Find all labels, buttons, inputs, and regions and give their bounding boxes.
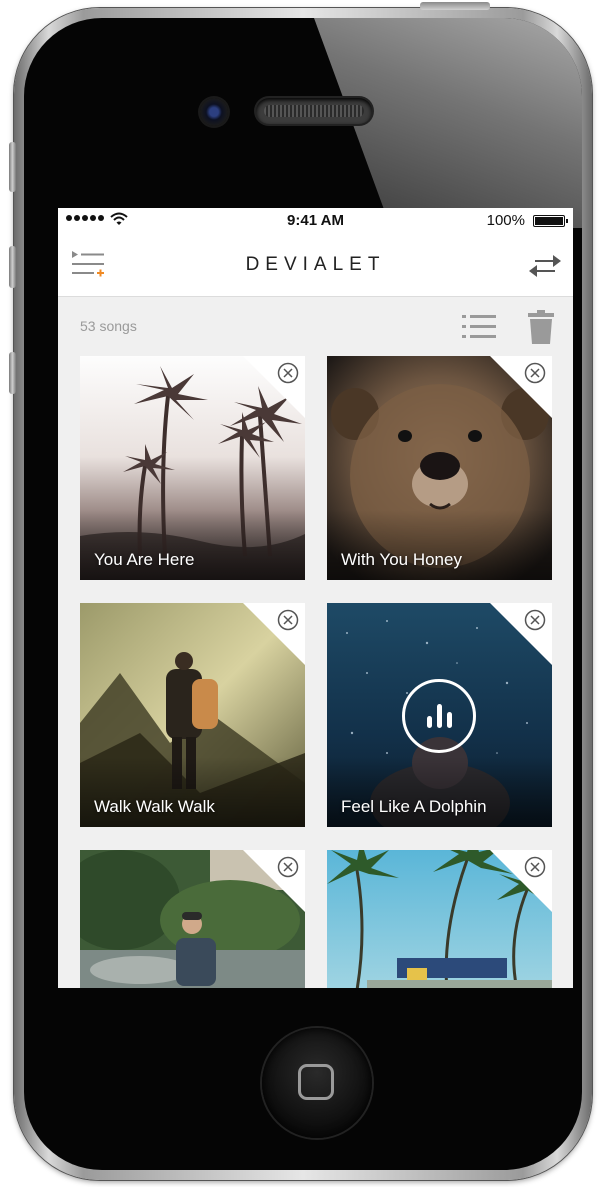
song-tile[interactable]: You Are Here: [80, 356, 305, 580]
volume-up-button: [9, 246, 16, 288]
songs-count: 53 songs: [80, 318, 137, 334]
close-icon[interactable]: [524, 362, 546, 384]
power-button: [420, 2, 490, 10]
playlist-toolbar: 53 songs: [58, 296, 573, 356]
close-icon[interactable]: [524, 856, 546, 878]
home-button[interactable]: [262, 1028, 372, 1138]
earpiece-speaker: [256, 98, 372, 124]
close-icon[interactable]: [277, 362, 299, 384]
song-title: Walk Walk Walk: [94, 797, 215, 816]
shuffle-icon[interactable]: [527, 252, 563, 280]
battery-percent: 100%: [486, 212, 525, 229]
nav-bar: DEVIALET: [58, 234, 573, 297]
status-bar: 9:41 AM 100%: [58, 208, 573, 234]
mute-switch: [9, 142, 16, 192]
equalizer-icon[interactable]: [402, 679, 476, 753]
song-title: You Are Here: [94, 550, 195, 569]
close-icon[interactable]: [277, 856, 299, 878]
song-tile[interactable]: Walk Walk Walk: [80, 603, 305, 827]
list-icon[interactable]: [462, 314, 498, 340]
close-icon[interactable]: [277, 609, 299, 631]
song-tile[interactable]: [80, 850, 305, 988]
app-screen: 9:41 AM 100% DEVIALET 53 songs You Are H…: [58, 208, 573, 988]
song-title: Feel Like A Dolphin: [341, 797, 487, 816]
song-tile[interactable]: With You Honey: [327, 356, 552, 580]
trash-icon[interactable]: [528, 310, 554, 344]
battery-icon: [533, 215, 568, 227]
home-button-square-icon: [298, 1064, 334, 1100]
volume-down-button: [9, 352, 16, 394]
song-title: With You Honey: [341, 550, 462, 569]
song-tile-playing[interactable]: Feel Like A Dolphin: [327, 603, 552, 827]
song-tile[interactable]: [327, 850, 552, 988]
close-icon[interactable]: [524, 609, 546, 631]
front-camera: [200, 98, 228, 126]
brand-logo: DEVIALET: [245, 254, 386, 275]
